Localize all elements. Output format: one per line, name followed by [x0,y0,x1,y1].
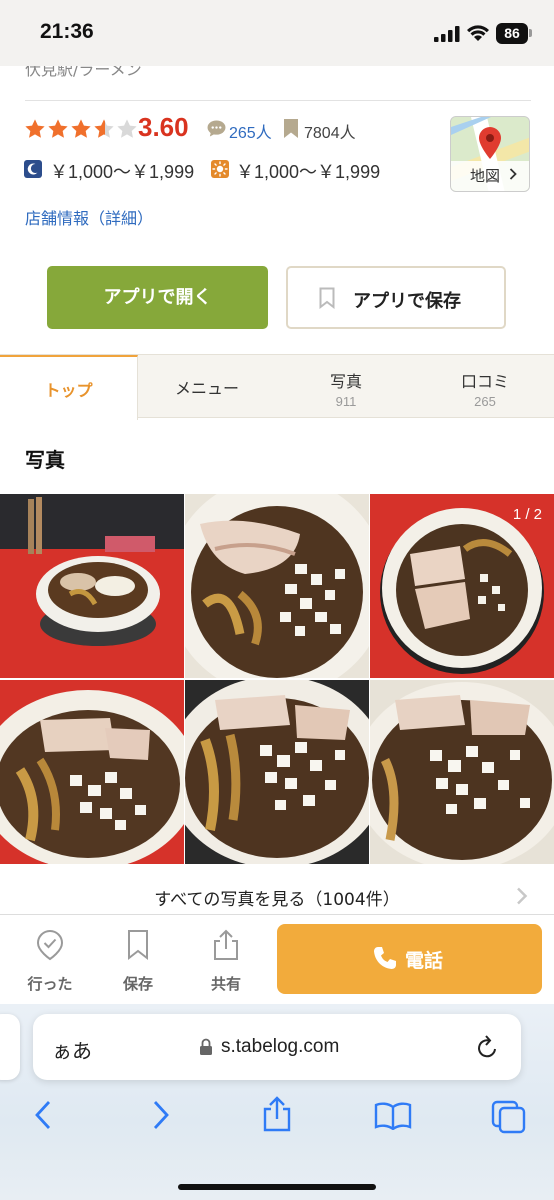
bookmark-icon [128,930,148,961]
share-icon[interactable] [261,1096,293,1132]
status-bar: 21:36 86 [0,0,554,66]
see-all-photos-label: すべての写真を見る（1004件） [154,890,400,910]
status-time: 21:36 [40,20,94,43]
tab-reviews[interactable]: 口コミ 265 [416,355,554,419]
star-full-icon [48,119,68,138]
star-full-icon [71,119,91,138]
photos-section-title: 写真 [25,448,65,472]
photo-page-indicator: 1 / 2 [512,506,542,523]
call-label: 電話 [405,950,444,972]
location-check-icon [36,929,64,961]
previous-tab[interactable] [0,1014,20,1080]
home-indicator[interactable] [178,1184,376,1190]
share-button[interactable]: 共有 [186,929,266,994]
share-icon [214,929,238,960]
review-count-link[interactable]: 265人 [229,119,272,143]
tabs-icon[interactable] [491,1100,527,1134]
chevron-right-icon [517,887,528,905]
divider [25,100,531,101]
signal-icon [434,26,460,42]
tab-menu[interactable]: メニュー [138,355,276,419]
url-text: s.tabelog.com [221,1036,340,1057]
map-label: 地図 [470,167,501,185]
phone-icon [374,947,396,969]
back-icon[interactable] [32,1100,54,1130]
action-bar: 行った 保存 共有 電話 [0,914,554,1004]
lock-icon [200,1038,212,1055]
forward-icon[interactable] [150,1100,172,1130]
save-button[interactable]: 保存 [98,929,178,994]
tab-photos[interactable]: 写真 911 [276,355,416,419]
wifi-icon [467,25,489,41]
photo-thumbnail[interactable]: 1 / 2 [370,494,554,678]
rating-score: 3.60 [138,112,189,142]
page-settings-button[interactable]: ぁあ [52,1035,92,1064]
store-detail-link[interactable]: 店舗情報（詳細） [25,205,153,229]
save-in-app-button[interactable]: アプリで保存 [286,266,506,329]
call-button[interactable]: 電話 [277,924,542,994]
address-bar[interactable]: ぁあ s.tabelog.com [33,1014,521,1080]
tab-bar: トップ メニュー 写真 911 口コミ 265 [0,354,554,420]
photo-thumbnail[interactable] [0,494,184,678]
see-all-photos-link[interactable]: すべての写真を見る（1004件） [0,878,554,914]
photo-thumbnail[interactable] [185,494,369,678]
save-in-app-label: アプリで保存 [353,291,461,312]
open-in-app-button[interactable]: アプリで開く [47,266,268,329]
tab-top[interactable]: トップ [0,355,138,420]
map-button[interactable]: 地図 [450,116,530,192]
chevron-right-icon [509,168,517,180]
star-half-icon [94,119,114,138]
photo-thumbnail[interactable] [0,680,184,864]
photo-thumbnail[interactable] [370,680,554,864]
battery-icon: 86 [496,23,528,44]
sun-icon [211,160,229,178]
bookmarks-icon[interactable] [374,1102,412,1130]
reload-icon[interactable] [476,1034,500,1060]
lunch-budget: ￥1,000～￥1,999 [236,162,381,182]
star-full-icon [25,119,45,138]
map-pin-icon [479,127,501,159]
bookmark-outline-icon [319,287,335,309]
moon-icon [24,160,42,178]
photo-thumbnail[interactable] [185,680,369,864]
bookmark-count: 7804人 [304,125,356,142]
rating-stars [24,118,139,140]
comment-icon [207,120,226,137]
dinner-budget: ￥1,000～￥1,999 [50,162,195,182]
browser-chrome: ぁあ s.tabelog.com [0,1004,554,1200]
star-empty-icon [117,119,137,138]
bookmark-icon [284,119,298,138]
went-button[interactable]: 行った [10,929,90,994]
photo-grid: 1 / 2 [0,494,554,864]
